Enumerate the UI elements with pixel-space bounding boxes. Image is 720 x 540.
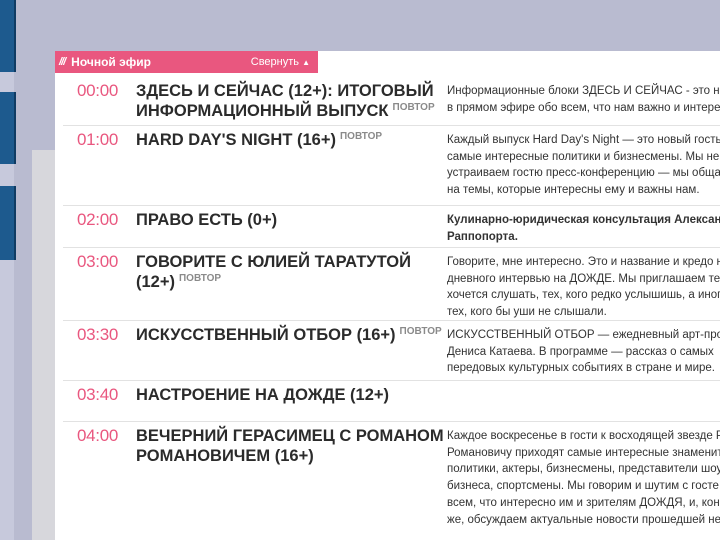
description-line: Дениса Катаева. В программе — рассказ о … <box>447 345 714 358</box>
description-line: Раппопорта. <box>447 230 518 243</box>
program-time: 03:00 <box>77 252 119 271</box>
description-line: Кулинарно-юридическая консультация Алекс… <box>447 214 720 226</box>
program-title-text: НАСТРОЕНИЕ НА ДОЖДЕ (12+) <box>136 386 390 404</box>
description-line: на темы, которые интересны ему и важны н… <box>447 184 700 197</box>
repeat-badge: ПОВТОР <box>392 102 435 113</box>
description-line: ИСКУССТВЕННЫЙ ОТБОР — ежедневный арт-про <box>447 329 720 341</box>
program-title-text: ВЕЧЕРНИЙ ГЕРАСИМЕЦ С РОМАНОМ РОМАНОВИЧЕМ… <box>136 427 444 465</box>
description-line: Говорите, мне интересно. Это и название … <box>447 256 720 268</box>
description-line: самые интересные политики и бизнесмены. … <box>447 150 720 163</box>
program-title[interactable]: ПРАВО ЕСТЬ (0+) <box>136 210 454 230</box>
repeat-badge: ПОВТОР <box>339 131 383 142</box>
schedule-row[interactable]: 03:40 НАСТРОЕНИЕ НА ДОЖДЕ (12+) <box>63 380 720 421</box>
description-line: хочется слушать, тех, кого редко услышиш… <box>447 289 720 302</box>
background-strip <box>0 0 14 540</box>
program-title-text: ГОВОРИТЕ С ЮЛИЕЙ ТАРАТУТОЙ (12+) <box>136 253 411 291</box>
schedule-row[interactable]: 01:00 HARD DAY'S NIGHT (16+) ПОВТОР Кажды… <box>63 125 720 206</box>
program-title-text: ИСКУССТВЕННЫЙ ОТБОР (16+) <box>136 326 396 344</box>
collapse-label: Свернуть <box>250 56 300 68</box>
description-line: устраиваем гостю пресс-конференцию — мы … <box>447 167 720 180</box>
slashes-icon: /// <box>59 56 66 68</box>
program-description: Каждый выпуск Hard Day's Night — это нов… <box>447 132 720 199</box>
side-block <box>0 186 16 260</box>
night-broadcast-tab[interactable]: /// Ночной эфир Свернуть ▲ <box>55 51 318 73</box>
side-block <box>0 92 16 164</box>
collapse-button[interactable]: Свернуть ▲ <box>251 56 310 68</box>
program-title[interactable]: HARD DAY'S NIGHT (16+) ПОВТОР <box>136 130 454 150</box>
program-title[interactable]: НАСТРОЕНИЕ НА ДОЖДЕ (12+) <box>136 385 454 405</box>
description-line: же, обсуждаем актуальные новости прошедш… <box>447 513 720 526</box>
description-line: тех, кого бы уши не слышали. <box>447 306 607 319</box>
program-title-text: HARD DAY'S NIGHT (16+) <box>136 131 336 149</box>
program-title[interactable]: ИСКУССТВЕННЫЙ ОТБОР (16+) ПОВТОР <box>136 325 454 345</box>
program-description: Информационные блоки ЗДЕСЬ И СЕЙЧАС - эт… <box>447 83 720 116</box>
schedule-row[interactable]: 03:30 ИСКУССТВЕННЫЙ ОТБОР (16+) ПОВТОР ИС… <box>63 320 720 381</box>
description-line: Информационные блоки ЗДЕСЬ И СЕЙЧАС - эт… <box>447 85 720 97</box>
program-title[interactable]: ЗДЕСЬ И СЕЙЧАС (12+): ИТОГОВЫЙ ИНФОРМАЦИ… <box>136 81 454 121</box>
repeat-badge: ПОВТОР <box>399 326 442 337</box>
program-description: Кулинарно-юридическая консультация Алекс… <box>447 212 720 245</box>
program-time: 00:00 <box>77 81 119 100</box>
tab-title: Ночной эфир <box>71 55 151 69</box>
program-title-text: ЗДЕСЬ И СЕЙЧАС (12+): ИТОГОВЫЙ ИНФОРМАЦИ… <box>136 82 434 120</box>
program-title[interactable]: ВЕЧЕРНИЙ ГЕРАСИМЕЦ С РОМАНОМ РОМАНОВИЧЕМ… <box>136 426 454 466</box>
description-line: в прямом эфире обо всем, что нам важно и… <box>447 101 720 114</box>
side-block <box>0 0 16 72</box>
schedule-panel: /// Ночной эфир Свернуть ▲ 00:00 ЗДЕСЬ И… <box>55 51 720 540</box>
program-time: 03:40 <box>77 385 119 404</box>
program-time: 02:00 <box>77 210 119 229</box>
schedule-row[interactable]: 04:00 ВЕЧЕРНИЙ ГЕРАСИМЕЦ С РОМАНОМ РОМАН… <box>63 421 720 540</box>
description-line: Романовичу приходят самые интересные зна… <box>447 446 720 459</box>
description-line: Каждый выпуск Hard Day's Night — это нов… <box>447 134 720 146</box>
description-line: политики, актеры, бизнесмены, представит… <box>447 463 720 476</box>
repeat-badge: ПОВТОР <box>178 273 222 284</box>
program-title-text: ПРАВО ЕСТЬ (0+) <box>136 211 278 229</box>
description-line: передовых культурных событиях в стране и… <box>447 362 716 375</box>
schedule-row[interactable]: 03:00 ГОВОРИТЕ С ЮЛИЕЙ ТАРАТУТОЙ (12+) ПО… <box>63 247 720 323</box>
program-time: 03:30 <box>77 325 119 344</box>
chevron-up-icon: ▲ <box>302 58 310 67</box>
program-description: Каждое воскресенье в гости к восходящей … <box>447 428 720 528</box>
description-line: бизнеса, спортсмены. Мы говорим и шутим … <box>447 480 719 493</box>
program-time: 01:00 <box>77 130 119 149</box>
description-line: дневного интервью на ДОЖДЕ. Мы приглашае… <box>447 272 720 285</box>
description-line: Каждое воскресенье в гости к восходящей … <box>447 430 720 442</box>
program-title[interactable]: ГОВОРИТЕ С ЮЛИЕЙ ТАРАТУТОЙ (12+) ПОВТОР <box>136 252 454 292</box>
program-time: 04:00 <box>77 426 119 445</box>
program-description: Говорите, мне интересно. Это и название … <box>447 254 720 321</box>
description-line: всем, что интересно им и зрителям ДОЖДЯ,… <box>447 496 720 509</box>
program-description: ИСКУССТВЕННЫЙ ОТБОР — ежедневный арт-про… <box>447 327 720 377</box>
